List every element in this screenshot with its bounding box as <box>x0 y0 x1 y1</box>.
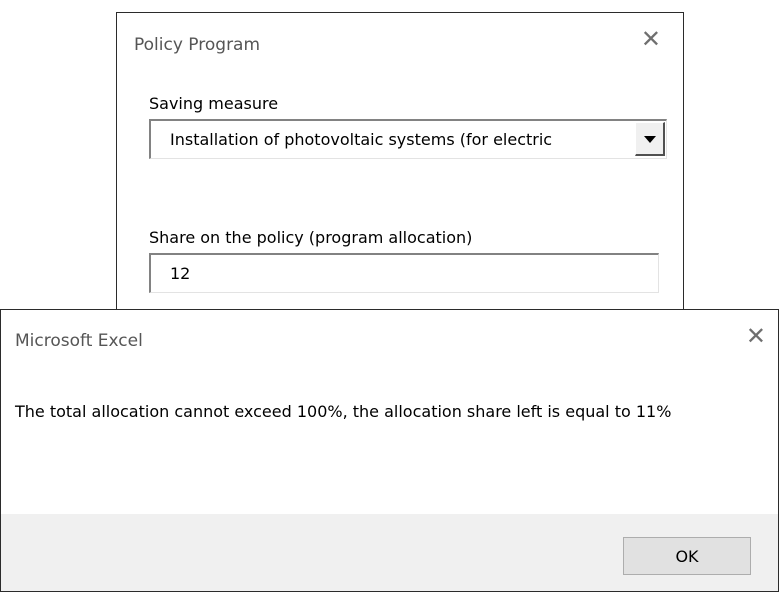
excel-message-box: Microsoft Excel ✕ The total allocation c… <box>0 309 779 592</box>
saving-measure-dropdown[interactable]: Installation of photovoltaic systems (fo… <box>149 119 667 159</box>
desktop: Policy Program ✕ Saving measure Installa… <box>0 0 779 592</box>
ok-button[interactable]: OK <box>623 537 751 575</box>
chevron-down-icon <box>644 136 656 143</box>
window-title: Policy Program <box>134 35 261 55</box>
policy-program-window: Policy Program ✕ Saving measure Installa… <box>116 12 684 312</box>
message-box-title: Microsoft Excel <box>15 331 143 351</box>
saving-measure-value: Installation of photovoltaic systems (fo… <box>170 130 553 149</box>
close-icon[interactable]: ✕ <box>746 324 766 348</box>
share-label: Share on the policy (program allocation) <box>149 228 473 247</box>
message-box-footer: OK <box>1 514 778 591</box>
message-text: The total allocation cannot exceed 100%,… <box>15 402 672 421</box>
close-icon[interactable]: ✕ <box>641 27 661 51</box>
share-input[interactable] <box>149 253 659 293</box>
saving-measure-label: Saving measure <box>149 94 279 113</box>
dropdown-button[interactable] <box>635 122 665 156</box>
